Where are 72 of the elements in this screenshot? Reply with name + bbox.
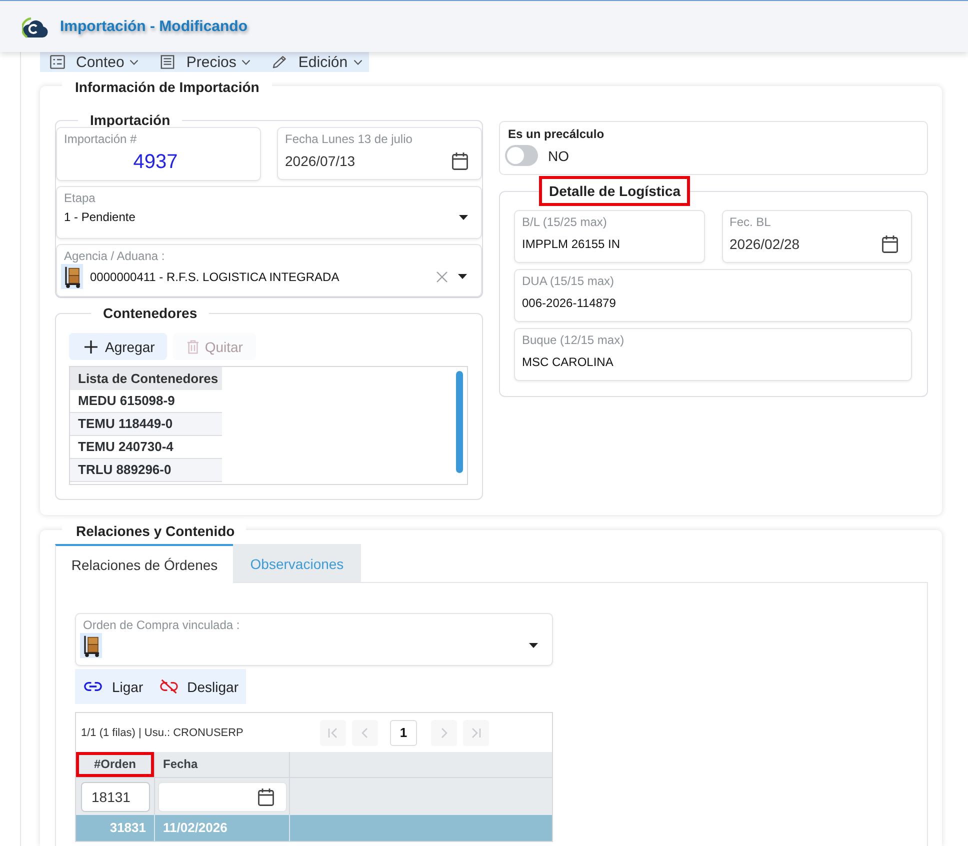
- lookup-field[interactable]: Agencia / Aduana : 0000000411 - R.F.S. LOGISTICA INTEGRADA: [56, 244, 482, 297]
- chevron-down-icon: [129, 58, 140, 66]
- toolbar-menu-button[interactable]: Edición: [272, 52, 363, 72]
- scrollbar[interactable]: [456, 371, 463, 473]
- text-field[interactable]: B/L (15/25 max) IMPPLM 26155 IN: [514, 210, 704, 263]
- table-cell: 31831: [76, 815, 155, 841]
- column-header[interactable]: Lista de Contenedores: [70, 367, 222, 390]
- field-value: 1 - Pendiente: [64, 209, 136, 225]
- date-filter-field[interactable]: [158, 782, 286, 812]
- field-label: B/L (15/25 max): [522, 215, 608, 230]
- field-value: 4937: [133, 150, 178, 174]
- field-label: Es un precálculo: [508, 127, 606, 141]
- section-legend: Importación: [78, 113, 182, 127]
- field-value: 2026/07/13: [285, 153, 356, 169]
- page-title: Importación - Modificando: [60, 18, 248, 35]
- field-label: Fec. BL: [730, 215, 772, 230]
- action-button[interactable]: Ligar: [75, 669, 150, 704]
- chevron-down-icon: [241, 58, 252, 66]
- column-header[interactable]: #Orden: [76, 752, 155, 777]
- calendar-icon[interactable]: [258, 788, 274, 806]
- dropdown-field[interactable]: Etapa 1 - Pendiente: [56, 186, 482, 239]
- field-label: Importación #: [64, 132, 138, 147]
- cloud-logo-icon: [22, 16, 49, 38]
- unlink-icon: [160, 679, 178, 694]
- calendar-icon[interactable]: [882, 235, 898, 253]
- first-page-icon: [327, 726, 339, 738]
- page-number-button[interactable]: 1: [390, 720, 417, 746]
- field-label: Fecha Lunes 13 de julio: [285, 132, 414, 147]
- field-value: 0000000411 - R.F.S. LOGISTICA INTEGRADA: [90, 268, 340, 284]
- tab[interactable]: Relaciones de Órdenes: [55, 544, 233, 583]
- field-value: 006-2026-114879: [522, 295, 616, 311]
- trash-icon: [186, 340, 199, 354]
- field-value: MSC CAROLINA: [522, 354, 614, 370]
- text-field[interactable]: Buque (12/15 max) MSC CAROLINA: [514, 328, 912, 381]
- table-cell: 11/02/2026: [155, 815, 290, 841]
- toolbar-menu-button[interactable]: Precios: [160, 52, 252, 72]
- date-field[interactable]: Fecha Lunes 13 de julio 2026/07/13: [277, 127, 482, 180]
- clear-icon[interactable]: [436, 270, 448, 282]
- pencil-icon: [272, 55, 288, 69]
- text-field[interactable]: DUA (15/15 max) 006-2026-114879: [514, 269, 912, 322]
- toolbar-menu-button[interactable]: Conteo: [50, 52, 140, 72]
- list-item[interactable]: TEMU 118449-0: [70, 413, 222, 436]
- hand-truck-icon: [61, 264, 83, 289]
- date-field[interactable]: Fec. BL 2026/02/28: [722, 210, 912, 263]
- toggle-state-label: NO: [548, 148, 569, 164]
- list-item[interactable]: TRLU 889296-0: [70, 459, 222, 482]
- action-button[interactable]: Agregar: [69, 333, 167, 360]
- field-label: DUA (15/15 max): [522, 274, 616, 289]
- section-legend: Detalle de Logística: [539, 176, 690, 206]
- list-icon: [50, 55, 65, 69]
- field-label: Orden de Compra vinculada :: [83, 618, 241, 633]
- field-label: Agencia / Aduana :: [64, 249, 166, 264]
- field-label: Buque (12/15 max): [522, 333, 626, 348]
- number-field[interactable]: Importación # 4937: [56, 127, 261, 181]
- chevron-down-icon: [352, 58, 363, 66]
- section-legend: Contenedores: [91, 306, 210, 320]
- filter-field[interactable]: 18131: [80, 782, 150, 812]
- caret-down-icon[interactable]: [458, 274, 467, 279]
- link-icon: [84, 681, 102, 692]
- field-value: IMPPLM 26155 IN: [522, 236, 620, 252]
- last-page-icon: [470, 726, 482, 738]
- toggle-switch[interactable]: [505, 145, 538, 166]
- field-value: 2026/02/28: [730, 236, 800, 252]
- hand-truck-icon: [80, 633, 102, 658]
- caret-down-icon[interactable]: [529, 643, 538, 648]
- action-button[interactable]: Desligar: [150, 669, 246, 704]
- field-label: Etapa: [64, 191, 96, 206]
- plus-icon: [84, 340, 98, 354]
- pager-info: 1/1 (1 filas) | Usu.: CRONUSERP: [80, 726, 244, 738]
- calendar-icon[interactable]: [452, 152, 468, 170]
- caret-down-icon[interactable]: [459, 214, 468, 220]
- document-icon: [160, 55, 176, 69]
